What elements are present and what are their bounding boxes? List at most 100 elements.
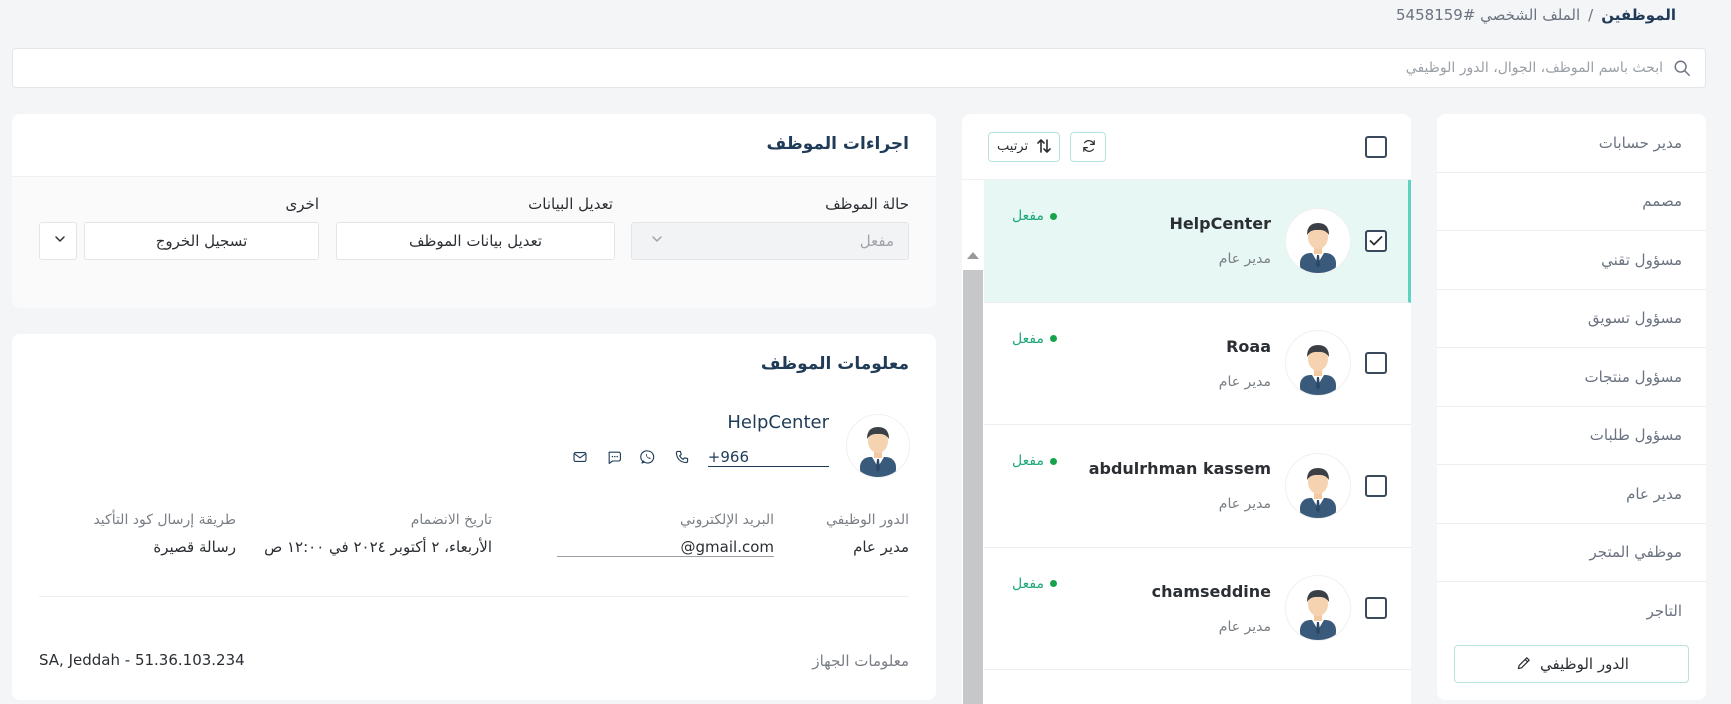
- scroll-up-arrow-icon[interactable]: [967, 252, 979, 259]
- employee-rows: HelpCenter مدير عام مفعل Roaa مدير عام م…: [984, 180, 1411, 670]
- join-date-label: تاريخ الانضمام: [410, 512, 492, 528]
- refresh-button[interactable]: [1070, 131, 1107, 162]
- row-checkbox[interactable]: [1365, 229, 1387, 252]
- add-role-button[interactable]: الدور الوظيفي: [1454, 645, 1689, 683]
- other-field-label: اخرى: [285, 195, 319, 213]
- edit-employee-button-label: تعديل بيانات الموظف: [408, 232, 543, 250]
- role-item[interactable]: مسؤول طلبات: [1437, 407, 1706, 465]
- divider: [39, 596, 909, 597]
- role-item-label: التاجر: [1646, 602, 1682, 621]
- list-header-actions: ترتيب: [988, 131, 1107, 162]
- chat-icon[interactable]: [606, 449, 624, 467]
- row-checkbox[interactable]: [1365, 597, 1387, 620]
- role-value: مدير عام: [853, 538, 909, 556]
- employee-info-card: معلومات الموظف HelpCenter +966 الدور الو…: [12, 334, 936, 700]
- employee-info: chamseddine مدير عام: [1152, 582, 1271, 635]
- whatsapp-icon[interactable]: [640, 449, 658, 467]
- employee-info: Roaa مدير عام: [1219, 337, 1271, 390]
- employee-row[interactable]: HelpCenter مدير عام مفعل: [984, 180, 1411, 303]
- status-dot-icon: [1049, 212, 1057, 220]
- roles-sidebar: مدير حسابات مصمم مسؤول تقني مسؤول تسويق …: [1437, 114, 1706, 700]
- avatar: [1285, 452, 1351, 519]
- role-item-label: مصمم: [1642, 192, 1682, 211]
- sort-button-label: ترتيب: [997, 139, 1029, 154]
- employee-role: مدير عام: [1218, 496, 1271, 513]
- status-select: مفعل: [631, 222, 909, 260]
- employee-role: مدير عام: [1218, 251, 1271, 268]
- employee-list-panel: ترتيب HelpCenter مدير عام مفعل Roaa مدير…: [962, 114, 1411, 704]
- role-item[interactable]: مسؤول تسويق: [1437, 290, 1706, 348]
- email-icon[interactable]: [572, 449, 590, 467]
- other-actions-select[interactable]: تسجيل الخروج: [84, 222, 319, 260]
- other-actions-dropdown-toggle[interactable]: [39, 222, 77, 260]
- breadcrumb-separator: /: [1588, 6, 1594, 24]
- employee-name: chamseddine: [1151, 581, 1271, 601]
- status-field-label: حالة الموظف: [825, 195, 909, 213]
- role-item-label: موظفي المتجر: [1589, 543, 1682, 562]
- status-badge-label: مفعل: [1012, 453, 1044, 469]
- edit-employee-button[interactable]: تعديل بيانات الموظف: [336, 222, 615, 260]
- checkmark-icon: [1369, 235, 1383, 246]
- add-role-button-label: الدور الوظيفي: [1540, 655, 1629, 673]
- employee-role: مدير عام: [1218, 373, 1271, 390]
- otp-method-value: رسالة قصيرة: [153, 538, 236, 556]
- status-badge: مفعل: [1012, 576, 1057, 592]
- list-scrollbar[interactable]: [962, 180, 984, 704]
- row-checkbox[interactable]: [1365, 352, 1387, 375]
- search-bar: [12, 48, 1706, 88]
- employee-role: مدير عام: [1218, 618, 1271, 635]
- employee-row[interactable]: chamseddine مدير عام مفعل: [984, 548, 1411, 670]
- search-icon: [1673, 59, 1691, 77]
- sort-arrows-icon: [1033, 138, 1051, 156]
- phone-icon[interactable]: [674, 449, 692, 467]
- select-all-checkbox[interactable]: [1365, 135, 1387, 158]
- avatar: [1285, 330, 1351, 397]
- role-item-label: مسؤول تقني: [1601, 250, 1682, 269]
- sort-button[interactable]: ترتيب: [988, 131, 1061, 162]
- search-input[interactable]: [27, 60, 1663, 76]
- employee-actions-card: اجراءات الموظف حالة الموظف مفعل تعديل ال…: [12, 114, 936, 308]
- status-dot-icon: [1049, 457, 1057, 465]
- join-date-value: الأربعاء، ٢ أكتوبر ٢٠٢٤ في ١٢:٠٠ ص: [264, 538, 492, 556]
- other-actions-select-value: تسجيل الخروج: [155, 232, 248, 250]
- phone-number-link[interactable]: +966: [707, 448, 829, 467]
- role-item[interactable]: مدير عام: [1437, 465, 1706, 524]
- pencil-icon: [1514, 655, 1532, 673]
- employee-info: HelpCenter مدير عام: [1169, 214, 1271, 267]
- chevron-down-icon: [49, 232, 67, 250]
- refresh-icon: [1079, 138, 1097, 156]
- role-item[interactable]: مصمم: [1437, 173, 1706, 231]
- role-item[interactable]: مسؤول منتجات: [1437, 348, 1706, 407]
- role-item[interactable]: موظفي المتجر: [1437, 524, 1706, 582]
- role-item-label: مسؤول تسويق: [1587, 309, 1682, 328]
- employee-row[interactable]: Roaa مدير عام مفعل: [984, 303, 1411, 425]
- role-item[interactable]: مدير حسابات: [1437, 114, 1706, 173]
- role-item-label: مسؤول منتجات: [1584, 367, 1682, 386]
- status-badge-label: مفعل: [1012, 330, 1044, 347]
- profile-name: HelpCenter: [727, 412, 829, 433]
- row-checkbox[interactable]: [1365, 474, 1387, 497]
- chevron-down-icon: [646, 232, 664, 250]
- employee-info: abdulrhman kassem مدير عام: [1089, 459, 1271, 512]
- scrollbar-thumb[interactable]: [963, 270, 983, 704]
- edit-field-label: تعديل البيانات: [528, 195, 613, 213]
- employee-row[interactable]: abdulrhman kassem مدير عام مفعل: [984, 425, 1411, 548]
- device-info-label: معلومات الجهاز: [812, 652, 909, 670]
- role-label: الدور الوظيفي: [826, 512, 909, 528]
- breadcrumb: الموظفين / الملف الشخصي #5458159: [1396, 6, 1676, 24]
- role-item[interactable]: مسؤول تقني: [1437, 231, 1706, 290]
- status-badge-label: مفعل: [1012, 208, 1044, 224]
- employee-name: abdulrhman kassem: [1088, 459, 1271, 479]
- actions-body: حالة الموظف مفعل تعديل البيانات تعديل بي…: [12, 176, 936, 308]
- employee-name: Roaa: [1226, 336, 1271, 356]
- role-item[interactable]: التاجر: [1437, 582, 1706, 641]
- email-label: البريد الإلكتروني: [680, 512, 774, 528]
- status-dot-icon: [1049, 580, 1057, 587]
- email-value: @gmail.com: [556, 538, 774, 557]
- role-item-label: مدير حسابات: [1598, 133, 1682, 152]
- profile-avatar: [846, 414, 910, 478]
- status-select-value: مفعل: [859, 232, 894, 250]
- breadcrumb-root-link[interactable]: الموظفين: [1601, 6, 1676, 24]
- status-badge-label: مفعل: [1012, 575, 1044, 592]
- status-badge: مفعل: [1012, 208, 1057, 224]
